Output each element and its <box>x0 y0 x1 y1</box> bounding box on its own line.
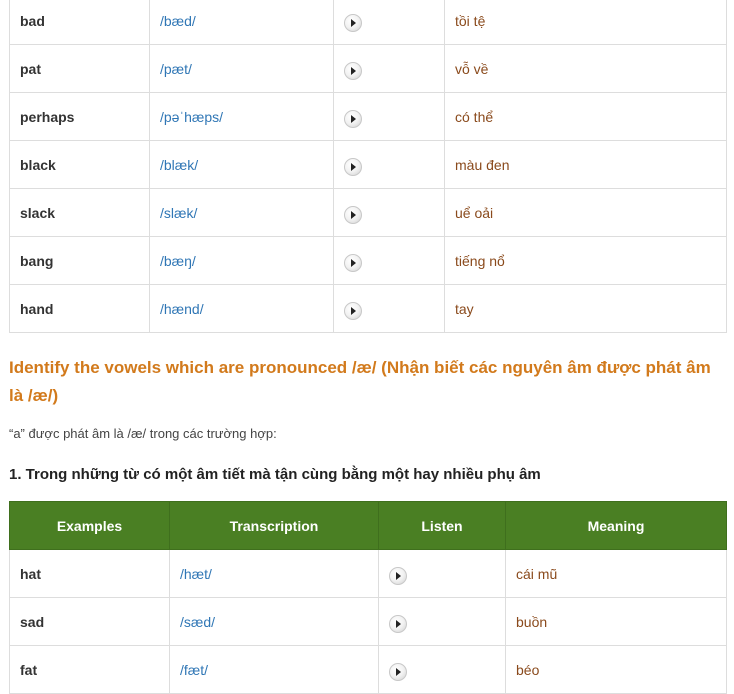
word-cell: black <box>9 140 150 189</box>
column-header-listen: Listen <box>378 501 506 550</box>
listen-cell <box>333 140 445 189</box>
meaning-cell: có thể <box>444 92 727 141</box>
rule-heading: 1. Trong những từ có một âm tiết mà tận … <box>9 466 541 483</box>
listen-cell <box>333 284 445 333</box>
table-row: hand /hænd/ tay <box>9 284 727 333</box>
word-cell: slack <box>9 188 150 237</box>
meaning-cell: tiếng nổ <box>444 236 727 285</box>
meaning-cell: béo <box>505 645 727 694</box>
play-icon[interactable] <box>344 110 362 128</box>
column-header-transcription: Transcription <box>169 501 379 550</box>
vocab-table-2: Examples Transcription Listen Meaning ha… <box>9 501 727 694</box>
ipa-cell: /slæk/ <box>149 188 334 237</box>
listen-cell <box>333 188 445 237</box>
ipa-cell: /pəˈhæps/ <box>149 92 334 141</box>
ipa-cell: /hæt/ <box>169 549 379 598</box>
table-row: sad /sæd/ buồn <box>9 597 727 646</box>
word-cell: bad <box>9 0 150 45</box>
play-icon[interactable] <box>344 158 362 176</box>
ipa-cell: /fæt/ <box>169 645 379 694</box>
column-header-meaning: Meaning <box>505 501 727 550</box>
word-cell: sad <box>9 597 170 646</box>
listen-cell <box>333 92 445 141</box>
meaning-cell: vỗ về <box>444 44 727 93</box>
listen-cell <box>378 645 506 694</box>
ipa-cell: /hænd/ <box>149 284 334 333</box>
table-row: hat /hæt/ cái mũ <box>9 549 727 598</box>
play-icon[interactable] <box>389 663 407 681</box>
table-row: fat /fæt/ béo <box>9 645 727 694</box>
word-cell: bang <box>9 236 150 285</box>
play-icon[interactable] <box>389 567 407 585</box>
table-row: bad /bæd/ tồi tệ <box>9 0 727 45</box>
table-header-row: Examples Transcription Listen Meaning <box>9 501 727 550</box>
play-icon[interactable] <box>344 206 362 224</box>
listen-cell <box>333 236 445 285</box>
word-cell: fat <box>9 645 170 694</box>
listen-cell <box>378 597 506 646</box>
meaning-cell: màu đen <box>444 140 727 189</box>
meaning-cell: buồn <box>505 597 727 646</box>
meaning-cell: uể oải <box>444 188 727 237</box>
meaning-cell: cái mũ <box>505 549 727 598</box>
play-icon[interactable] <box>344 254 362 272</box>
column-header-examples: Examples <box>9 501 170 550</box>
ipa-cell: /sæd/ <box>169 597 379 646</box>
table-row: bang /bæŋ/ tiếng nổ <box>9 236 727 285</box>
ipa-cell: /pæt/ <box>149 44 334 93</box>
table-row: perhaps /pəˈhæps/ có thể <box>9 92 727 141</box>
ipa-cell: /blæk/ <box>149 140 334 189</box>
play-icon[interactable] <box>389 615 407 633</box>
table-row: slack /slæk/ uể oải <box>9 188 727 237</box>
ipa-cell: /bæd/ <box>149 0 334 45</box>
word-cell: hat <box>9 549 170 598</box>
intro-text: “a” được phát âm là /æ/ trong các trường… <box>9 426 277 441</box>
word-cell: pat <box>9 44 150 93</box>
ipa-cell: /bæŋ/ <box>149 236 334 285</box>
listen-cell <box>333 0 445 45</box>
play-icon[interactable] <box>344 62 362 80</box>
word-cell: perhaps <box>9 92 150 141</box>
table-row: pat /pæt/ vỗ về <box>9 44 727 93</box>
play-icon[interactable] <box>344 14 362 32</box>
listen-cell <box>378 549 506 598</box>
listen-cell <box>333 44 445 93</box>
meaning-cell: tay <box>444 284 727 333</box>
word-cell: hand <box>9 284 150 333</box>
table-row: black /blæk/ màu đen <box>9 140 727 189</box>
play-icon[interactable] <box>344 302 362 320</box>
vocab-table-1: bad /bæd/ tồi tệ pat /pæt/ vỗ về perhaps… <box>9 0 727 333</box>
meaning-cell: tồi tệ <box>444 0 727 45</box>
section-heading: Identify the vowels which are pronounced… <box>9 358 711 405</box>
